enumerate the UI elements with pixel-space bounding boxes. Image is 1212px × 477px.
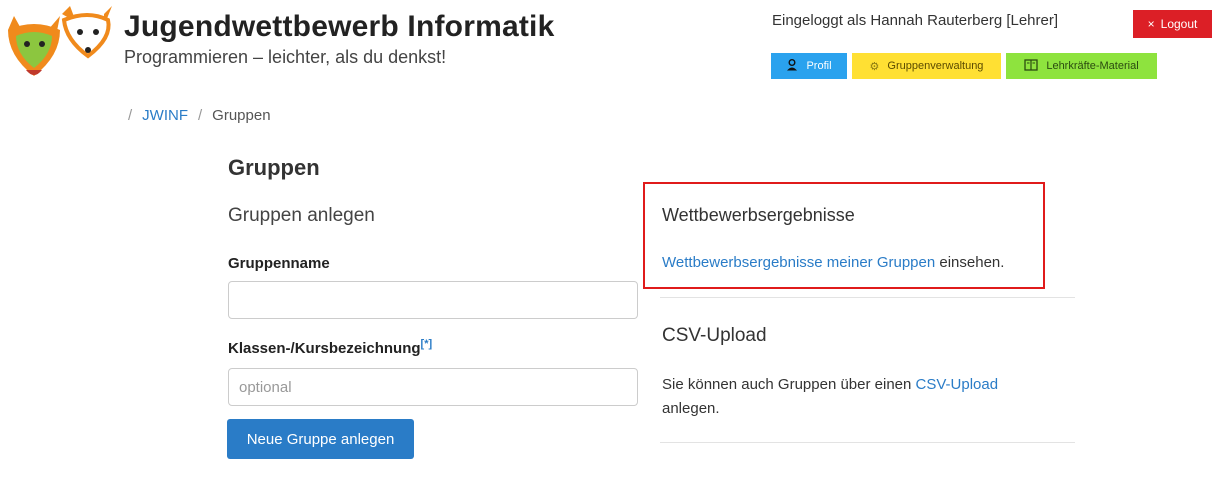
breadcrumb-home-link[interactable]: JWINF — [142, 107, 188, 124]
profil-label: Profil — [806, 60, 832, 72]
logout-button[interactable]: × Logout — [1133, 10, 1212, 38]
klasse-input[interactable] — [228, 368, 638, 406]
csv-upload-link[interactable]: CSV-Upload — [916, 376, 999, 393]
wettbewerbsergebnisse-link[interactable]: Wettbewerbsergebnisse meiner Gruppen — [662, 254, 935, 271]
gruppenname-input[interactable] — [228, 281, 638, 319]
wettbewerbsergebnisse-suffix: einsehen. — [935, 254, 1005, 271]
breadcrumb-current: Gruppen — [212, 107, 271, 124]
wettbewerbsergebnisse-text: Wettbewerbsergebnisse meiner Gruppen ein… — [662, 254, 1004, 271]
highlight-box — [643, 182, 1045, 289]
breadcrumb: / JWINF / Gruppen — [118, 107, 271, 124]
csv-upload-text: Sie können auch Gruppen über einen CSV-U… — [662, 373, 1042, 421]
fox-logo-icon[interactable] — [4, 4, 116, 84]
gruppenname-label: Gruppenname — [228, 255, 330, 272]
gear-icon: ⚙ — [869, 60, 880, 73]
csv-suffix: anlegen. — [662, 400, 720, 417]
breadcrumb-separator: / — [198, 107, 203, 124]
divider — [660, 297, 1075, 298]
site-subtitle: Programmieren – leichter, als du denkst! — [124, 47, 447, 67]
breadcrumb-separator: / — [128, 107, 133, 124]
klasse-label-wrapper: Klassen-/Kursbezeichnung[*] — [228, 338, 432, 357]
close-icon: × — [1147, 17, 1155, 31]
neue-gruppe-button[interactable]: Neue Gruppe anlegen — [227, 419, 414, 459]
page-title: Gruppen — [228, 155, 320, 180]
wettbewerbsergebnisse-heading: Wettbewerbsergebnisse — [662, 205, 855, 225]
book-icon — [1024, 58, 1038, 74]
klasse-footnote-link[interactable]: [*] — [421, 338, 433, 350]
logout-label: Logout — [1160, 17, 1198, 31]
gruppenverwaltung-button[interactable]: ⚙ Gruppenverwaltung — [852, 53, 1001, 79]
login-info: Eingeloggt als Hannah Rauterberg [Lehrer… — [772, 12, 1059, 29]
klasse-label: Klassen-/Kursbezeichnung — [228, 340, 421, 357]
gruppenverwaltung-label: Gruppenverwaltung — [887, 60, 984, 72]
user-icon — [786, 58, 798, 74]
profil-button[interactable]: Profil — [771, 53, 847, 79]
material-button[interactable]: Lehrkräfte-Material — [1006, 53, 1157, 79]
material-label: Lehrkräfte-Material — [1046, 60, 1139, 72]
anlegen-heading: Gruppen anlegen — [228, 205, 375, 226]
csv-upload-heading: CSV-Upload — [662, 325, 767, 346]
divider — [660, 442, 1075, 443]
csv-prefix: Sie können auch Gruppen über einen — [662, 376, 916, 393]
site-title[interactable]: Jugendwettbewerb Informatik — [124, 10, 554, 44]
